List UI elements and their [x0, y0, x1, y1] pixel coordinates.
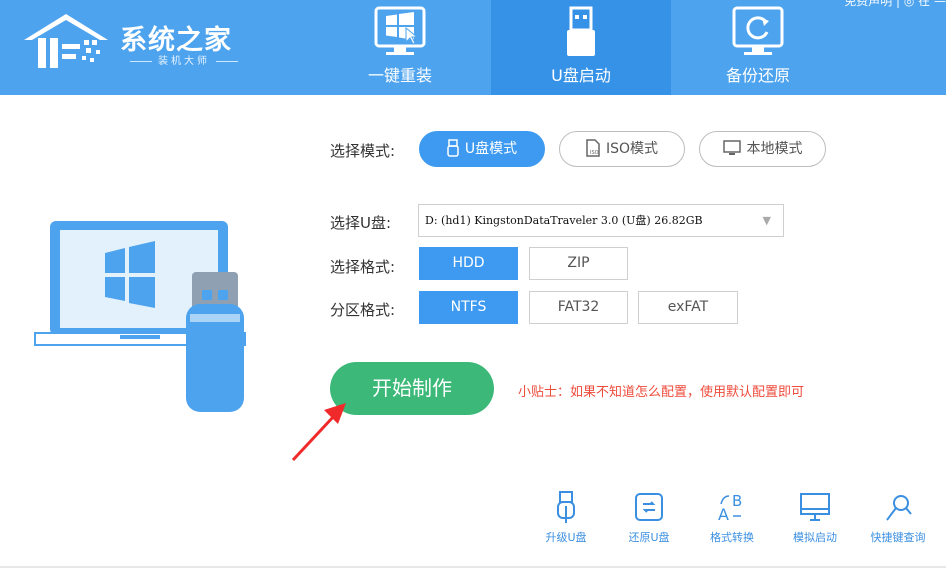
monitor-icon — [722, 139, 741, 155]
monitor-icon — [800, 493, 830, 521]
usb-drive-select[interactable]: D: (hd1) KingstonDataTraveler 3.0 (U盘) 2… — [418, 204, 784, 237]
format-hdd-button[interactable]: HDD — [419, 247, 518, 280]
partition-label: 分区格式: — [330, 301, 396, 319]
tab-usb-boot[interactable]: U盘启动 — [491, 0, 671, 95]
tool-format-convert[interactable]: A B 格式转换 — [695, 490, 769, 550]
house-logo-icon — [24, 14, 108, 68]
header-bar: 系统之家 装机大师 免费声明 | ◎ 在 — 一键重装 U盘启动 备份还原 — [0, 0, 946, 95]
usb-drive-value: D: (hd1) KingstonDataTraveler 3.0 (U盘) 2… — [425, 214, 703, 227]
windows-monitor-icon — [374, 6, 426, 55]
svg-text:ISO: ISO — [590, 150, 599, 156]
dropdown-arrow-icon: ▼ — [762, 214, 771, 227]
format-convert-icon: A B — [718, 492, 742, 524]
partition-fat32-button[interactable]: FAT32 — [529, 291, 628, 324]
tool-hotkey-query[interactable]: 快捷键查询 — [861, 490, 935, 550]
brand-subtitle: 装机大师 — [124, 52, 244, 67]
restore-icon — [635, 493, 663, 521]
tool-label: 升级U盘 — [545, 531, 587, 544]
usb-drive-icon — [567, 6, 595, 56]
tab-label: U盘启动 — [551, 66, 611, 85]
usb-icon — [447, 138, 459, 157]
usb-select-label: 选择U盘: — [330, 214, 392, 232]
svg-text:A: A — [718, 505, 729, 524]
format-zip-button[interactable]: ZIP — [529, 247, 628, 280]
tool-restore-usb[interactable]: 还原U盘 — [612, 490, 686, 550]
tip-text: 小贴士：如果不知道怎么配置，使用默认配置即可 — [518, 385, 805, 400]
iso-mode-label: ISO模式 — [605, 141, 659, 157]
tool-label: 快捷键查询 — [870, 531, 926, 544]
mode-label: 选择模式: — [330, 142, 396, 160]
format-label: 选择格式: — [330, 258, 396, 276]
app-window: 系统之家 装机大师 免费声明 | ◎ 在 — 一键重装 U盘启动 备份还原 选择… — [0, 0, 946, 572]
red-arrow-icon — [291, 403, 346, 462]
usb-mode-label: U盘模式 — [464, 141, 518, 157]
local-mode-label: 本地模式 — [746, 141, 803, 157]
tool-label: 格式转换 — [710, 531, 754, 544]
tab-label: 一键重装 — [367, 66, 432, 85]
laptop-usb-illustration — [34, 221, 246, 412]
partition-ntfs-button[interactable]: NTFS — [419, 291, 518, 324]
bottom-divider — [0, 566, 946, 568]
usb-upgrade-icon — [557, 491, 575, 523]
tool-upgrade-usb[interactable]: 升级U盘 — [529, 490, 603, 550]
local-mode-button[interactable]: 本地模式 — [699, 131, 826, 167]
top-links[interactable]: 免费声明 | ◎ 在 — — [844, 0, 946, 9]
backup-monitor-icon — [732, 6, 784, 55]
search-key-icon — [886, 495, 912, 521]
partition-exfat-button[interactable]: exFAT — [638, 291, 738, 324]
tab-backup-restore[interactable]: 备份还原 — [668, 0, 848, 95]
tool-simulate-boot[interactable]: 模拟启动 — [778, 490, 852, 550]
svg-text:B: B — [732, 492, 742, 510]
tab-one-click-reinstall[interactable]: 一键重装 — [310, 0, 490, 95]
iso-file-icon: ISO — [586, 138, 600, 157]
iso-mode-button[interactable]: ISO ISO模式 — [559, 131, 685, 167]
tool-label: 模拟启动 — [793, 531, 837, 544]
usb-mode-button[interactable]: U盘模式 — [419, 131, 545, 167]
tab-label: 备份还原 — [725, 66, 790, 85]
logo: 系统之家 装机大师 — [20, 8, 240, 70]
tool-label: 还原U盘 — [628, 531, 670, 544]
